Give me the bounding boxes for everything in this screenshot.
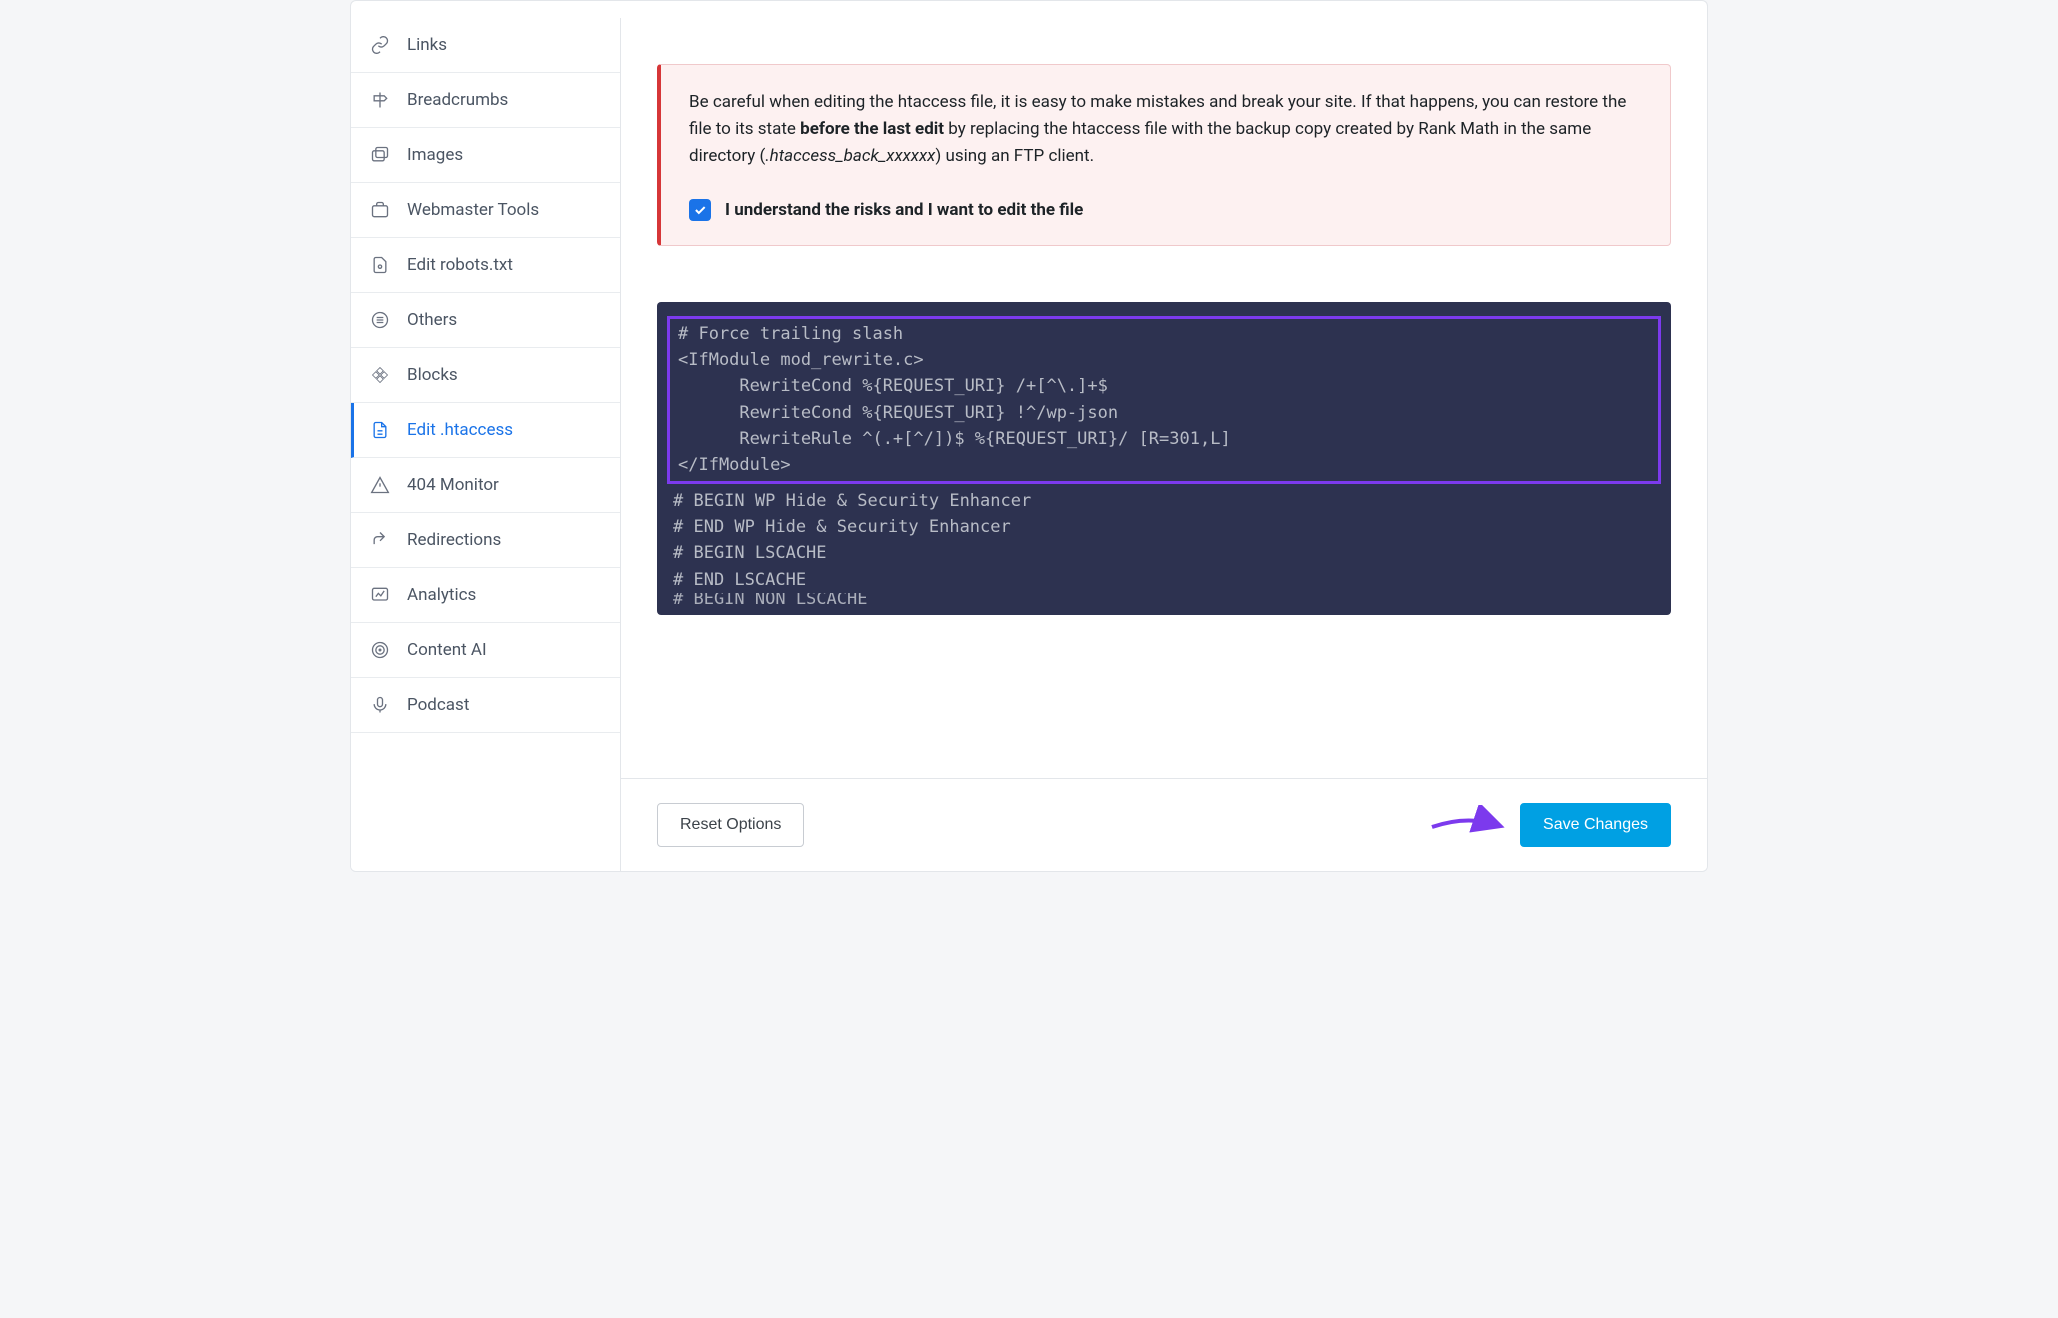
signpost-icon xyxy=(369,89,391,111)
chart-icon xyxy=(369,584,391,606)
briefcase-icon xyxy=(369,199,391,221)
content-area: Be careful when editing the htaccess fil… xyxy=(621,18,1707,778)
sidebar-item-label: Images xyxy=(407,145,463,165)
annotation-arrow-icon xyxy=(1427,805,1507,845)
warning-text: Be careful when editing the htaccess fil… xyxy=(689,89,1642,171)
footer-bar: Reset Options Save Changes xyxy=(621,778,1707,871)
redirect-icon xyxy=(369,529,391,551)
sidebar-item-blocks[interactable]: Blocks xyxy=(351,348,620,403)
file-lines-icon xyxy=(369,419,391,441)
code-line: # Force trailing slash xyxy=(676,321,1652,347)
sidebar-item-podcast[interactable]: Podcast xyxy=(351,678,620,733)
sidebar-item-redirections[interactable]: Redirections xyxy=(351,513,620,568)
code-line: RewriteCond %{REQUEST_URI} !^/wp-json xyxy=(676,400,1652,426)
sidebar-item-label: Analytics xyxy=(407,585,476,605)
code-line: # BEGIN LSCACHE xyxy=(657,540,1671,566)
code-line: RewriteCond %{REQUEST_URI} /+[^\.]+$ xyxy=(676,373,1652,399)
code-line: <IfModule mod_rewrite.c> xyxy=(676,347,1652,373)
reset-options-button[interactable]: Reset Options xyxy=(657,803,804,847)
sidebar-item-label: Webmaster Tools xyxy=(407,200,539,220)
sidebar-item-webmaster-tools[interactable]: Webmaster Tools xyxy=(351,183,620,238)
target-icon xyxy=(369,639,391,661)
code-line: RewriteRule ^(.+[^/])$ %{REQUEST_URI}/ [… xyxy=(676,426,1652,452)
sidebar-item-label: 404 Monitor xyxy=(407,475,499,495)
settings-sidebar: Links Breadcrumbs Images Webmaster Tools xyxy=(351,18,621,871)
sidebar-item-label: Breadcrumbs xyxy=(407,90,508,110)
sidebar-item-label: Edit robots.txt xyxy=(407,255,513,275)
warning-box: Be careful when editing the htaccess fil… xyxy=(657,64,1671,246)
alert-icon xyxy=(369,474,391,496)
list-icon xyxy=(369,309,391,331)
htaccess-editor[interactable]: # Force trailing slash <IfModule mod_rew… xyxy=(657,302,1671,615)
link-icon xyxy=(369,34,391,56)
sidebar-item-label: Content AI xyxy=(407,640,487,660)
sidebar-item-label: Redirections xyxy=(407,530,501,550)
sidebar-item-breadcrumbs[interactable]: Breadcrumbs xyxy=(351,73,620,128)
sidebar-item-content-ai[interactable]: Content AI xyxy=(351,623,620,678)
sidebar-item-others[interactable]: Others xyxy=(351,293,620,348)
consent-label: I understand the risks and I want to edi… xyxy=(725,200,1083,220)
code-line: # BEGIN NON_LSCACHE xyxy=(657,593,1671,605)
code-line: </IfModule> xyxy=(676,452,1652,478)
sidebar-item-404-monitor[interactable]: 404 Monitor xyxy=(351,458,620,513)
code-line: # END LSCACHE xyxy=(657,567,1671,593)
sidebar-item-links[interactable]: Links xyxy=(351,18,620,73)
diamond-grid-icon xyxy=(369,364,391,386)
images-icon xyxy=(369,144,391,166)
code-line: # BEGIN WP Hide & Security Enhancer xyxy=(657,488,1671,514)
sidebar-item-label: Others xyxy=(407,310,457,330)
sidebar-item-label: Edit .htaccess xyxy=(407,420,513,440)
code-line: # END WP Hide & Security Enhancer xyxy=(657,514,1671,540)
consent-checkbox[interactable] xyxy=(689,199,711,221)
file-robot-icon xyxy=(369,254,391,276)
panel-top-strip xyxy=(350,0,1708,18)
save-changes-button[interactable]: Save Changes xyxy=(1520,803,1671,847)
sidebar-item-label: Links xyxy=(407,35,447,55)
code-highlight-block: # Force trailing slash <IfModule mod_rew… xyxy=(667,316,1661,484)
sidebar-item-label: Podcast xyxy=(407,695,469,715)
sidebar-item-images[interactable]: Images xyxy=(351,128,620,183)
sidebar-item-label: Blocks xyxy=(407,365,458,385)
sidebar-item-edit-htaccess[interactable]: Edit .htaccess xyxy=(351,403,620,458)
sidebar-item-analytics[interactable]: Analytics xyxy=(351,568,620,623)
mic-icon xyxy=(369,694,391,716)
sidebar-item-edit-robots[interactable]: Edit robots.txt xyxy=(351,238,620,293)
